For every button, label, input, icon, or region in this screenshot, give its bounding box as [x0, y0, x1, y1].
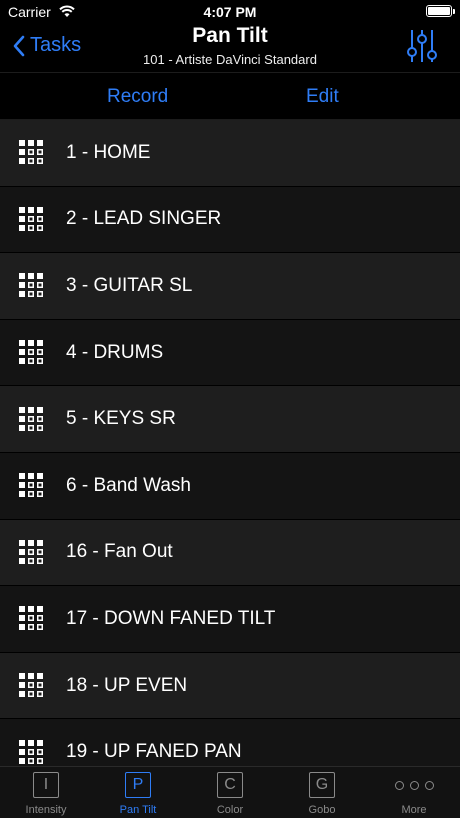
battery-icon — [426, 5, 455, 17]
tab-gobo-icon: G — [309, 772, 335, 798]
edit-button[interactable]: Edit — [306, 86, 339, 108]
tab-color[interactable]: C Color — [184, 767, 276, 818]
tab-label: More — [401, 804, 427, 816]
more-dots-icon — [368, 772, 460, 798]
tab-pan-tilt[interactable]: P Pan Tilt — [92, 767, 184, 818]
list-item-label: 2 - LEAD SINGER — [66, 208, 222, 230]
preset-list: 1 - HOME 2 - LEAD SINGER 3 - GUITAR SL 4 - … — [0, 120, 460, 766]
list-item[interactable]: 5 - KEYS SR — [0, 386, 460, 453]
list-item[interactable]: 1 - HOME — [0, 120, 460, 187]
list-item-label: 5 - KEYS SR — [66, 408, 176, 430]
sliders-settings-icon[interactable] — [406, 28, 438, 69]
preset-grid-icon — [18, 272, 45, 299]
action-toolbar: Record Edit — [0, 72, 460, 120]
preset-grid-icon — [18, 206, 45, 233]
list-item-label: 18 - UP EVEN — [66, 674, 188, 696]
tab-gobo[interactable]: G Gobo — [276, 767, 368, 818]
navigation-bar: Tasks Pan Tilt 101 - Artiste DaVinci Sta… — [0, 24, 460, 72]
list-item-label: 3 - GUITAR SL — [66, 274, 193, 296]
record-button[interactable]: Record — [107, 86, 168, 108]
tab-label: Pan Tilt — [119, 804, 157, 816]
status-bar: Carrier 4:07 PM — [0, 0, 460, 24]
preset-grid-icon — [18, 406, 45, 433]
list-item[interactable]: 16 - Fan Out — [0, 519, 460, 587]
preset-grid-icon — [18, 472, 45, 499]
list-item[interactable]: 18 - UP EVEN — [0, 652, 460, 720]
tab-bar: I Intensity P Pan Tilt C Color G Gobo More — [0, 766, 460, 818]
list-item[interactable]: 2 - LEAD SINGER — [0, 186, 460, 254]
page-subtitle: 101 - Artiste DaVinci Standard — [143, 52, 317, 67]
tab-intensity-icon: I — [33, 772, 59, 798]
list-item[interactable]: 3 - GUITAR SL — [0, 253, 460, 320]
list-item[interactable]: 6 - Band Wash — [0, 452, 460, 520]
list-item[interactable]: 19 - UP FANED PAN — [0, 719, 460, 766]
list-item-label: 19 - UP FANED PAN — [66, 741, 242, 763]
list-item-label: 17 - DOWN FANED TILT — [66, 607, 276, 629]
preset-grid-icon — [18, 605, 45, 632]
tab-label: Gobo — [308, 804, 336, 816]
preset-grid-icon — [18, 139, 45, 166]
preset-grid-icon — [18, 739, 45, 766]
tab-label: Intensity — [25, 804, 67, 816]
list-item-label: 6 - Band Wash — [66, 474, 191, 496]
page-title: Pan Tilt — [192, 24, 268, 47]
preset-grid-icon — [18, 339, 45, 366]
tab-pan-tilt-icon: P — [125, 772, 151, 798]
list-item-label: 1 - HOME — [66, 141, 151, 163]
list-item-label: 4 - DRUMS — [66, 341, 164, 363]
status-time: 4:07 PM — [203, 4, 257, 20]
list-item-label: 16 - Fan Out — [66, 541, 173, 563]
tab-more[interactable]: More — [368, 767, 460, 818]
preset-grid-icon — [18, 672, 45, 699]
tab-intensity[interactable]: I Intensity — [0, 767, 92, 818]
tab-color-icon: C — [217, 772, 243, 798]
preset-grid-icon — [18, 539, 45, 566]
list-item[interactable]: 4 - DRUMS — [0, 319, 460, 387]
list-item[interactable]: 17 - DOWN FANED TILT — [0, 586, 460, 653]
tab-label: Color — [216, 804, 244, 816]
